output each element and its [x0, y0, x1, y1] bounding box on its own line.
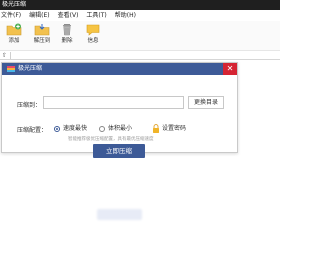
- window-title: 极光压缩: [0, 0, 280, 10]
- extract-button[interactable]: 解压到: [30, 23, 54, 49]
- menu-view[interactable]: 查看(V): [58, 10, 79, 21]
- lock-icon[interactable]: [152, 124, 160, 133]
- info-button[interactable]: 信息: [81, 23, 105, 49]
- add-label: 添加: [8, 38, 20, 44]
- extract-label: 解压到: [33, 38, 51, 44]
- dest-label: 压缩到：: [17, 102, 42, 109]
- dest-input[interactable]: [43, 96, 184, 109]
- ghost-button: [97, 209, 142, 220]
- menu-tools[interactable]: 工具(T): [86, 10, 106, 21]
- app-logo-icon: [7, 66, 15, 72]
- path-field[interactable]: [10, 52, 280, 59]
- delete-label: 删除: [61, 38, 73, 44]
- change-dir-button[interactable]: 更换目录: [188, 96, 224, 109]
- close-button[interactable]: ✕: [223, 63, 237, 75]
- delete-button[interactable]: 删除: [55, 23, 79, 49]
- trash-icon: [59, 23, 75, 36]
- size-option-label: 体积最小: [108, 125, 133, 132]
- speed-option-label: 速度最快: [63, 125, 88, 132]
- dialog-title: 极光压缩: [18, 65, 43, 72]
- menu-edit[interactable]: 编辑(E): [29, 10, 49, 21]
- hint-text: 智能推荐极优压缩配置，具有最优压缩速度: [68, 137, 154, 142]
- add-button[interactable]: 添加: [2, 23, 26, 49]
- password-link[interactable]: 设置密码: [162, 125, 186, 133]
- dialog-header: 极光压缩 ✕: [2, 63, 237, 75]
- compress-now-button[interactable]: 立即压缩: [93, 144, 145, 158]
- compress-dialog: 极光压缩 ✕ 压缩到： 更换目录 压缩配置： 速度最快 体积最小 设置密码 智能…: [1, 62, 238, 158]
- info-bubble-icon: [85, 23, 101, 36]
- toolbar: 添加 解压到 删除 信息: [0, 21, 280, 51]
- menu-help[interactable]: 帮助(H): [115, 10, 136, 21]
- menu-file[interactable]: 文件(F): [1, 10, 21, 21]
- speed-radio[interactable]: [54, 126, 60, 132]
- menu-bar: 文件(F) 编辑(E) 查看(V) 工具(T) 帮助(H): [0, 10, 280, 21]
- add-folder-icon: [6, 23, 22, 36]
- size-radio[interactable]: [99, 126, 105, 132]
- up-arrow-icon[interactable]: ⇧: [2, 52, 7, 60]
- config-label: 压缩配置：: [17, 127, 48, 134]
- extract-folder-icon: [34, 23, 50, 36]
- address-bar: ⇧: [0, 52, 280, 60]
- info-label: 信息: [87, 38, 99, 44]
